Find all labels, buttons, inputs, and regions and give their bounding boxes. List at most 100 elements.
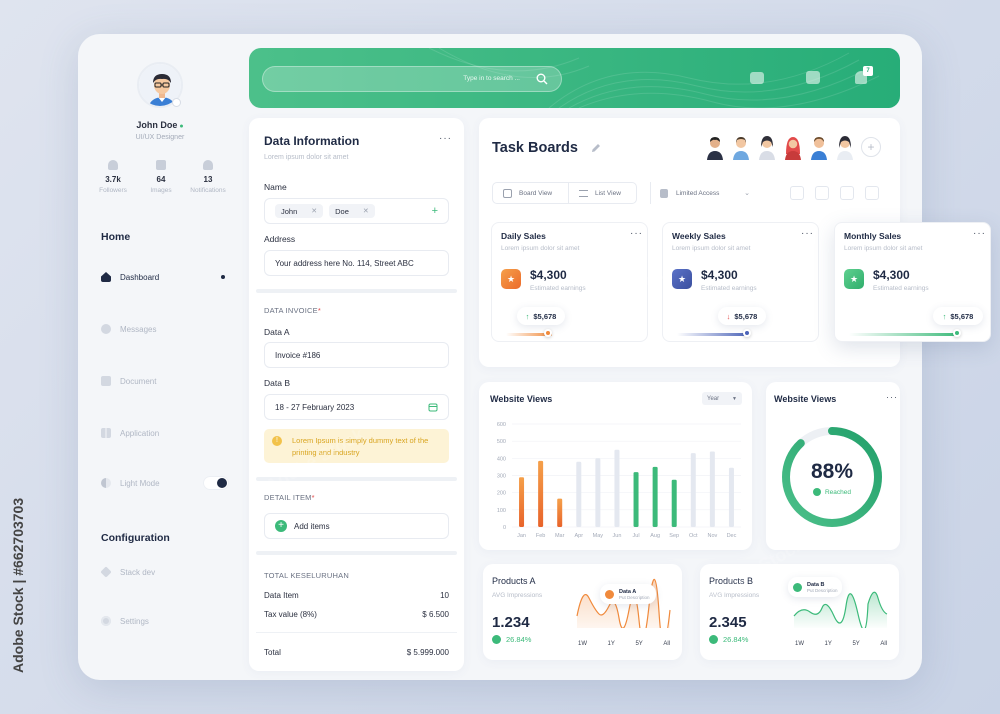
arrow-down-icon: ↓ bbox=[726, 311, 731, 321]
avatar-status-icon bbox=[172, 98, 181, 107]
products-a-range-tabs: 1W 1Y 5Y All bbox=[578, 641, 670, 647]
name-field[interactable]: John ✕ Doe ✕ + bbox=[264, 198, 449, 224]
team-avatar[interactable] bbox=[731, 134, 751, 160]
sidebar-item-stack-dev[interactable]: Stack dev bbox=[100, 565, 155, 579]
access-dropdown[interactable]: Limited Access ⌄ bbox=[650, 182, 750, 204]
sidebar-item-dashboard[interactable]: Dashboard bbox=[101, 270, 225, 284]
team-avatar[interactable] bbox=[757, 134, 777, 160]
edit-icon[interactable] bbox=[590, 142, 602, 154]
add-name-icon[interactable]: + bbox=[432, 205, 438, 217]
bar-nov[interactable] bbox=[709, 451, 715, 527]
more-options-icon[interactable]: ··· bbox=[886, 392, 898, 402]
sidebar-item-light-mode[interactable]: Light Mode bbox=[101, 476, 229, 490]
tax-row: Tax value (8%) $ 6.500 bbox=[264, 610, 449, 619]
name-label: Name bbox=[264, 182, 287, 192]
daily-sales-card[interactable]: Daily Sales ··· Lorem ipsum dolor sit am… bbox=[491, 222, 648, 342]
data-information-subtitle: Lorem ipsum dolor sit amet bbox=[264, 154, 349, 161]
weekly-sales-card[interactable]: Weekly Sales ··· Lorem ipsum dolor sit a… bbox=[662, 222, 819, 342]
x-tick-label: Feb bbox=[536, 533, 545, 539]
add-member-button[interactable]: + bbox=[861, 137, 881, 157]
document-icon bbox=[101, 376, 111, 386]
more-options-icon[interactable]: ··· bbox=[973, 228, 986, 239]
total-row: Total $ 5.999.000 bbox=[264, 648, 449, 657]
bar-may[interactable] bbox=[595, 458, 601, 527]
lock-icon bbox=[660, 188, 668, 198]
list-view-tab[interactable]: List View bbox=[569, 189, 621, 197]
stat-followers[interactable]: 3.7k Followers bbox=[91, 160, 135, 194]
range-tab-1y[interactable]: 1Y bbox=[608, 641, 615, 647]
trend-up-icon bbox=[812, 488, 821, 496]
progress-track bbox=[849, 333, 959, 336]
range-tab-all[interactable]: All bbox=[880, 641, 887, 647]
monthly-sales-card[interactable]: Monthly Sales ··· Lorem ipsum dolor sit … bbox=[834, 222, 991, 342]
user-icon bbox=[108, 160, 118, 170]
task-boards-title: Task Boards bbox=[492, 140, 578, 156]
data-a-field[interactable]: Invoice #186 bbox=[264, 342, 449, 368]
more-options-icon[interactable]: ··· bbox=[439, 133, 452, 144]
team-avatar[interactable] bbox=[783, 134, 803, 160]
x-tick-label: Dec bbox=[727, 533, 737, 539]
trend-up-icon bbox=[492, 635, 501, 644]
layout-icon[interactable] bbox=[865, 186, 879, 200]
last-name-chip[interactable]: Doe ✕ bbox=[329, 204, 375, 218]
sidebar-item-application[interactable]: Application bbox=[101, 426, 159, 440]
range-tab-1y[interactable]: 1Y bbox=[825, 641, 832, 647]
search-icon[interactable] bbox=[536, 73, 548, 85]
report-tooltip: ↑ $5,678 bbox=[933, 307, 983, 325]
range-tab-1w[interactable]: 1W bbox=[795, 641, 804, 647]
board-view-tab[interactable]: Board View bbox=[493, 183, 569, 203]
bar-apr[interactable] bbox=[576, 461, 582, 527]
y-tick-label: 200 bbox=[497, 491, 506, 497]
sidebar-item-messages[interactable]: Messages bbox=[101, 322, 156, 336]
y-tick-label: 100 bbox=[497, 508, 506, 514]
data-b-date-field[interactable]: 18 - 27 February 2023 bbox=[264, 394, 449, 420]
bar-jul[interactable] bbox=[633, 472, 639, 527]
export-icon[interactable] bbox=[790, 186, 804, 200]
team-avatar[interactable] bbox=[809, 134, 829, 160]
calendar-icon[interactable] bbox=[428, 402, 438, 412]
products-a-value: 1.234 bbox=[492, 614, 530, 631]
warning-alert: ! Lorem Ipsum is simply dummy text of th… bbox=[264, 429, 449, 463]
bar-mar[interactable] bbox=[557, 498, 563, 527]
light-mode-toggle[interactable] bbox=[203, 476, 229, 490]
address-field[interactable]: Your address here No. 114, Street ABC bbox=[264, 250, 449, 276]
donut-reached-label: Reached bbox=[777, 488, 887, 496]
range-tab-1w[interactable]: 1W bbox=[578, 641, 587, 647]
toggle-knob bbox=[217, 478, 227, 488]
bar-sep[interactable] bbox=[671, 479, 677, 527]
range-tab-5y[interactable]: 5Y bbox=[635, 641, 642, 647]
stat-images[interactable]: 64 Images bbox=[139, 160, 183, 194]
range-tab-5y[interactable]: 5Y bbox=[852, 641, 859, 647]
period-dropdown[interactable]: Year ▼ bbox=[702, 392, 742, 405]
sidebar-item-settings[interactable]: Settings bbox=[101, 614, 149, 628]
remove-chip-icon[interactable]: ✕ bbox=[363, 207, 369, 215]
range-tab-all[interactable]: All bbox=[663, 641, 670, 647]
team-avatar[interactable] bbox=[705, 134, 725, 160]
bar-dec[interactable] bbox=[728, 467, 734, 527]
bar-feb[interactable] bbox=[538, 460, 544, 527]
bar-jan[interactable] bbox=[519, 477, 525, 527]
bar-jun[interactable] bbox=[614, 449, 620, 527]
progress-knob[interactable] bbox=[544, 329, 552, 337]
home-icon bbox=[101, 272, 111, 282]
more-options-icon[interactable]: ··· bbox=[801, 228, 814, 239]
bar-oct[interactable] bbox=[690, 453, 696, 527]
message-icon bbox=[101, 324, 111, 334]
website-views-bar-chart: 0 100 200 300 400 500 600 Jan Feb Mar Apr May Jun Jul… bbox=[497, 422, 741, 539]
more-options-icon[interactable]: ··· bbox=[630, 228, 643, 239]
stat-notifications[interactable]: 13 Notifications bbox=[186, 160, 230, 194]
calendar-icon[interactable] bbox=[806, 71, 820, 84]
progress-track bbox=[677, 333, 749, 336]
progress-knob[interactable] bbox=[743, 329, 751, 337]
wallet-icon[interactable] bbox=[750, 72, 764, 84]
remove-chip-icon[interactable]: ✕ bbox=[311, 207, 317, 215]
first-name-chip[interactable]: John ✕ bbox=[275, 204, 324, 218]
progress-knob[interactable] bbox=[953, 329, 961, 337]
products-a-title: Products A bbox=[492, 576, 536, 586]
sidebar-item-document[interactable]: Document bbox=[101, 374, 156, 388]
team-avatar[interactable] bbox=[835, 134, 855, 160]
sort-icon[interactable] bbox=[840, 186, 854, 200]
add-items-button[interactable]: + Add items bbox=[264, 513, 449, 539]
bar-aug[interactable] bbox=[652, 466, 658, 527]
filter-icon[interactable] bbox=[815, 186, 829, 200]
